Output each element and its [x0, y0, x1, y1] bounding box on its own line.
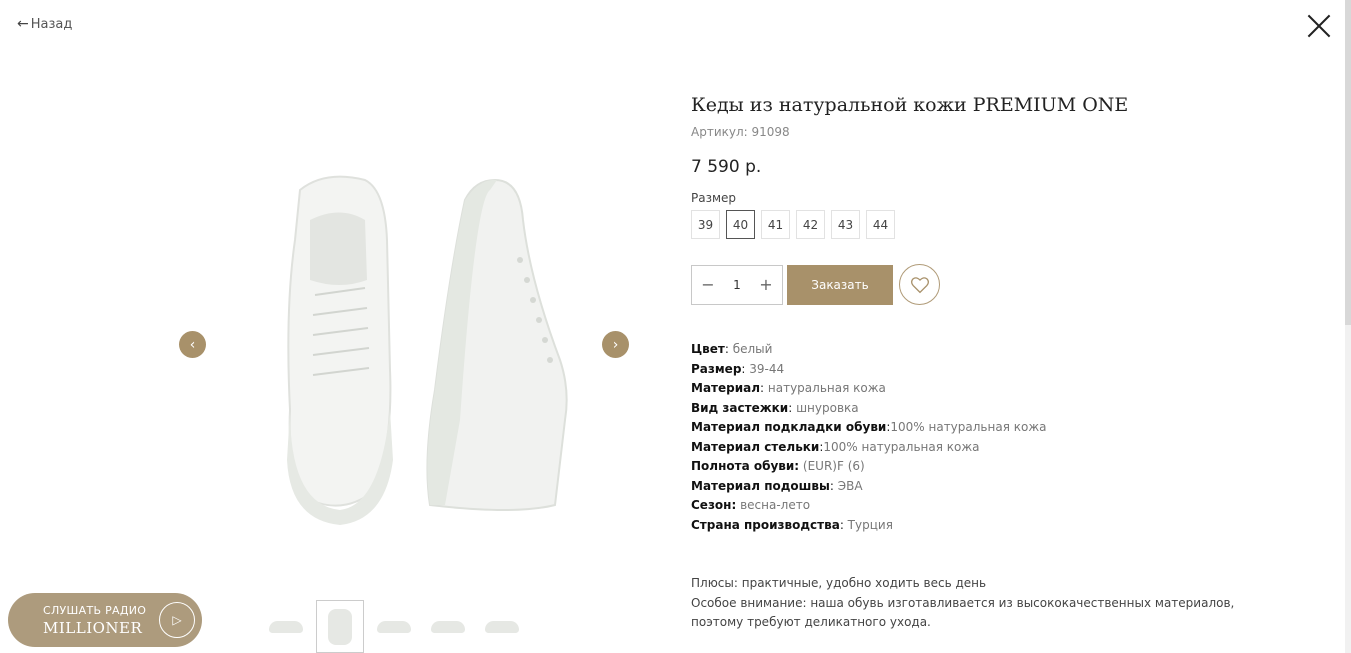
back-link[interactable]: ← Назад: [17, 16, 72, 32]
size-option[interactable]: 44: [866, 210, 895, 239]
radio-widget[interactable]: Слушать радио MILLIONER ▷: [8, 593, 202, 647]
gallery-next-button[interactable]: ›: [602, 331, 629, 358]
spec-row: Размер: 39-44: [691, 361, 785, 376]
size-option[interactable]: 42: [796, 210, 825, 239]
product-price: 7 590 р.: [691, 157, 762, 177]
radio-station-name: MILLIONER: [43, 618, 143, 637]
spec-row: Материал подкладки обуви:100% натуральна…: [691, 420, 1047, 434]
purchase-row: − + Заказать: [691, 264, 1251, 305]
thumbnail-strip: [262, 600, 526, 653]
size-option[interactable]: 41: [761, 210, 790, 239]
quantity-input[interactable]: [725, 277, 749, 292]
thumbnail-2[interactable]: [316, 600, 364, 653]
quantity-stepper: − +: [691, 264, 783, 305]
spec-row: Вид застежки: шнуровка: [691, 400, 859, 415]
spec-row: Страна производства: Турция: [691, 517, 893, 532]
product-title: Кеды из натуральной кожи PREMIUM ONE: [691, 94, 1129, 116]
thumbnail-4[interactable]: [424, 600, 472, 653]
size-selector: 39 40 41 42 43 44: [691, 210, 1251, 239]
spec-row: Материал стельки:100% натуральная кожа: [691, 439, 980, 454]
thumbnail-3[interactable]: [370, 600, 418, 653]
product-sku: Артикул: 91098: [691, 125, 790, 139]
chevron-left-icon: ‹: [189, 336, 196, 353]
scrollbar-thumb[interactable]: [1345, 0, 1351, 325]
spec-row: Материал: натуральная кожа: [691, 381, 886, 395]
description-line: Плюсы: практичные, удобно ходить весь де…: [691, 576, 987, 590]
spec-list: Цвет: белый Размер: 39-44 Материал: нату…: [691, 340, 1251, 535]
heart-icon: [910, 276, 929, 293]
size-option-selected[interactable]: 40: [726, 210, 755, 239]
spec-row: Материал подошвы: ЭВА: [691, 478, 863, 493]
size-label: Размер: [691, 191, 737, 205]
gallery-prev-button[interactable]: ‹: [179, 331, 206, 358]
spec-row: Полнота обуви: (EUR)F (6): [691, 459, 865, 473]
thumbnail-5[interactable]: [478, 600, 526, 653]
arrow-left-icon: ←: [17, 16, 29, 32]
product-info: Кеды из натуральной кожи PREMIUM ONE Арт…: [691, 94, 1251, 633]
close-icon[interactable]: [1305, 12, 1333, 40]
play-icon[interactable]: ▷: [159, 602, 195, 638]
thumbnail-1[interactable]: [262, 600, 310, 653]
spec-row: Цвет: белый: [691, 342, 773, 356]
size-option[interactable]: 43: [831, 210, 860, 239]
product-image: [287, 175, 568, 525]
description-line: поэтому требуют деликатного ухода.: [691, 615, 931, 629]
scrollbar[interactable]: [1345, 0, 1351, 653]
minus-icon[interactable]: −: [700, 275, 716, 294]
favorite-button[interactable]: [899, 264, 940, 305]
order-button[interactable]: Заказать: [787, 264, 893, 305]
size-option[interactable]: 39: [691, 210, 720, 239]
chevron-right-icon: ›: [612, 336, 619, 353]
product-description: Плюсы: практичные, удобно ходить весь де…: [691, 574, 1251, 633]
radio-label: Слушать радио: [43, 603, 147, 617]
spec-row: Сезон: весна-лето: [691, 498, 811, 512]
back-label: Назад: [30, 16, 73, 32]
description-line: Особое внимание: наша обувь изготавливае…: [691, 595, 1235, 610]
plus-icon[interactable]: +: [758, 275, 774, 294]
